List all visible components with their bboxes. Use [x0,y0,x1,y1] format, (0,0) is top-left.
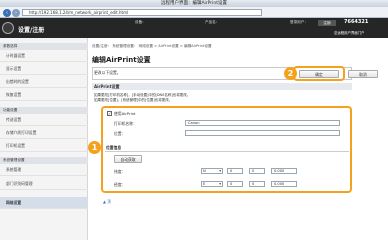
sidebar-item-network[interactable]: 网络设置 [0,197,88,209]
printer-name-input[interactable]: Canon [185,120,340,126]
sidebar-item-error[interactable]: 出错时的设置 [0,76,88,88]
sidebar-item-media-print[interactable]: 存储介质打印设置 [0,127,88,139]
url-text: http://192.168.1.24/m_network_airprint_e… [29,10,129,15]
sidebar-category-system: 系统管理设置 [0,157,88,164]
latitude-degrees-input[interactable]: 0 [227,168,243,174]
longitude-label: 经度： [114,182,126,187]
sidebar-category-preferences: 参数选择 [0,43,88,50]
use-airprint-label: 使用AirPrint [114,111,136,116]
longitude-direction-select[interactable]: E ▾ [201,181,223,187]
app-logo-icon [2,22,14,34]
portal-link[interactable]: 至远程用户界面门户 [334,30,365,35]
use-airprint-checkbox[interactable]: ✓ [107,111,112,116]
sidebar-item-timer[interactable]: 计时器设置 [0,50,88,62]
logout-button[interactable]: 注销 [318,20,336,26]
login-user-label: 登录用户： [290,20,308,24]
longitude-direction: E [203,182,206,186]
sidebar-item-system-management[interactable]: 系统管理 [0,164,88,176]
sidebar-item-send[interactable]: 传送设置 [0,114,88,126]
callout-2: 2 [284,67,297,80]
arrow-up-icon: ▲ [103,199,106,204]
longitude-seconds-input[interactable]: 0.000 [271,181,297,187]
change-note: 更改以下设置。 [94,70,121,75]
url-input[interactable]: http://192.168.1.24/m_network_airprint_e… [22,9,262,16]
sidebar-item-recovery[interactable]: 恢复设置 [0,89,88,101]
window-title: 远程用户界面：编辑AirPrint设置 [0,0,388,7]
product-label: 产品名： [205,20,220,24]
sidebar-item-printer[interactable]: 打印机设置 [0,140,88,152]
section-header: AirPrint设置 [92,83,352,90]
sidebar-item-display[interactable]: 显示设置 [0,63,88,75]
cancel-button[interactable]: 取消 [348,69,378,78]
device-id: 7664321 [344,19,369,25]
sidebar-category-function: 功能设置 [0,107,88,114]
device-label: 设备： [135,20,146,24]
latitude-minutes-input[interactable]: 0 [249,168,265,174]
location-label: 位置： [114,131,126,136]
auto-get-button[interactable]: 自动获取 [114,155,142,163]
latitude-direction: N [203,169,206,173]
longitude-degrees-input[interactable]: 0 [227,181,243,187]
page-section-title: 设置/注册 [18,27,45,34]
description-2: 如果更改[位置]，[系统管理]中的[位置]也将更改。 [94,98,173,102]
address-bar: ‹ › http://192.168.1.24/m_network_airpri… [0,7,388,18]
back-to-top-label: 顶 [107,199,111,204]
latitude-seconds-input[interactable]: 0.000 [271,168,297,174]
latitude-direction-select[interactable]: N ▾ [201,168,223,174]
breadcrumb: 设置/注册： 系统管理设置： 网络设置 > AirPrint设置 > 编辑Air… [92,44,212,48]
latitude-label: 纬度： [114,169,126,174]
callout-1: 1 [88,141,101,154]
page-title: 编辑AirPrint设置 [92,56,151,64]
divider [105,151,349,152]
location-input[interactable] [185,130,340,136]
chevron-down-icon: ▾ [219,182,221,186]
sidebar-item-dept-id[interactable]: 部门识别码管理 [0,178,88,190]
printer-name-label: 打印机名称： [114,121,137,126]
chevron-down-icon: ▾ [219,169,221,173]
longitude-minutes-input[interactable]: 0 [249,181,265,187]
back-to-top-link[interactable]: ▲ 顶 [103,199,111,205]
back-arrow-icon[interactable]: ‹ [3,8,11,17]
ok-button[interactable]: 确定 [299,69,339,78]
forward-arrow-icon[interactable]: › [12,8,20,17]
